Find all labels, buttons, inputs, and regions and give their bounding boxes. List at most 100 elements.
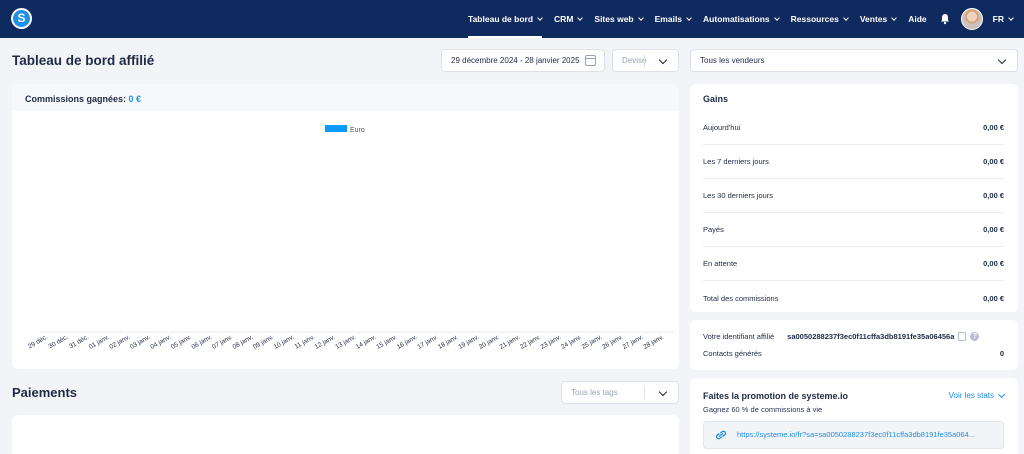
- gains-row-pending: En attente 0,00 €: [703, 247, 1004, 281]
- date-range-text: 29 décembre 2024 - 28 janvier 2025: [451, 56, 580, 65]
- contacts-label: Contacts générés: [703, 349, 762, 358]
- x-tick-label: 29 déc.: [27, 334, 49, 351]
- nav-item-dashboard[interactable]: Tableau de bord: [468, 0, 543, 38]
- payments-card: [12, 415, 679, 454]
- chevron-down-icon: [658, 55, 668, 65]
- nav-item-emails[interactable]: Emails: [655, 0, 692, 38]
- page-title: Tableau de bord affilié: [12, 53, 155, 68]
- x-tick-label: 20 janv.: [478, 334, 501, 351]
- vendors-select[interactable]: Tous les vendeurs: [690, 49, 1018, 72]
- currency-select[interactable]: Devise: [612, 49, 679, 72]
- main-nav: Tableau de bord CRM Sites web Emails Aut…: [456, 0, 1014, 38]
- gains-card: Gains Aujourd'hui 0,00 € Les 7 derniers j…: [690, 84, 1018, 312]
- x-tick-label: 07 janv.: [211, 334, 234, 351]
- affiliate-link-field[interactable]: https://systeme.io/fr?sa=sa0050288237f3e…: [703, 421, 1004, 449]
- chevron-down-icon: [686, 14, 692, 21]
- x-tick-label: 03 janv.: [129, 334, 152, 351]
- select-divider: [644, 54, 645, 67]
- legend-swatch: [325, 125, 347, 132]
- x-tick-label: 10 janv.: [273, 334, 296, 351]
- x-tick-label: 24 janv.: [560, 334, 583, 351]
- promo-title: Faites la promotion de systeme.io: [703, 391, 849, 401]
- bell-icon[interactable]: [939, 13, 951, 25]
- x-tick-label: 26 janv.: [601, 334, 624, 351]
- x-tick-label: 25 janv.: [581, 334, 604, 351]
- contacts-value: 0: [999, 349, 1004, 358]
- x-tick-label: 11 janv.: [294, 334, 317, 351]
- vendors-select-value: Tous les vendeurs: [700, 56, 765, 65]
- commissions-header: Commissions gagnées: 0 €: [12, 84, 679, 111]
- gains-row-paid: Payés 0,00 €: [703, 213, 1004, 247]
- chevron-down-icon: [773, 14, 780, 21]
- nav-item-help[interactable]: Aide: [908, 0, 926, 38]
- affiliate-link-text: https://systeme.io/fr?sa=sa0050288237f3e…: [737, 430, 976, 439]
- gains-row-total: Total des commissions 0,00 €: [703, 293, 1004, 303]
- view-stats-link[interactable]: Voir les stats: [949, 390, 1006, 400]
- chevron-down-icon: [842, 14, 849, 21]
- link-icon: [715, 430, 727, 440]
- x-tick-label: 22 janv.: [519, 334, 542, 351]
- chevron-down-icon: [891, 14, 898, 21]
- contacts-row: Contacts générés 0: [703, 349, 1004, 358]
- x-tick-label: 27 janv.: [622, 334, 645, 351]
- date-range-picker[interactable]: 29 décembre 2024 - 28 janvier 2025: [441, 49, 605, 72]
- top-navbar: S Tableau de bord CRM Sites web Emails A…: [0, 0, 1024, 38]
- nav-item-crm[interactable]: CRM: [554, 0, 584, 38]
- legend-label: Euro: [350, 127, 365, 134]
- nav-item-sales[interactable]: Ventes: [860, 0, 898, 38]
- tags-select[interactable]: Tous les tags: [561, 381, 679, 404]
- x-tick-label: 16 janv.: [396, 334, 419, 351]
- gains-row-7-days: Les 7 derniers jours 0,00 €: [703, 145, 1004, 179]
- affiliate-id-label: Votre identifiant affilié: [703, 332, 775, 341]
- gains-row-30-days: Les 30 derniers jours 0,00 €: [703, 179, 1004, 213]
- commissions-chart: Euro 29 déc.30 déc.31 déc.01 janv.02 janv…: [27, 125, 674, 351]
- chevron-down-icon: [577, 14, 584, 21]
- x-tick-label: 12 janv.: [314, 334, 337, 351]
- gains-row-today: Aujourd'hui 0,00 €: [703, 111, 1004, 145]
- calendar-icon: [585, 55, 596, 66]
- x-tick-label: 01 janv.: [88, 334, 111, 351]
- chevron-down-icon: [997, 390, 1006, 398]
- x-tick-label: 30 déc.: [48, 334, 70, 351]
- nav-item-websites[interactable]: Sites web: [594, 0, 644, 38]
- nav-item-automations[interactable]: Automatisations: [703, 0, 780, 38]
- x-tick-label: 19 janv.: [457, 334, 480, 351]
- chevron-down-icon: [658, 387, 668, 397]
- select-divider: [644, 386, 645, 399]
- copy-icon[interactable]: [958, 332, 967, 341]
- x-tick-label: 21 janv.: [498, 334, 521, 351]
- systeme-logo[interactable]: S: [11, 8, 32, 29]
- chevron-down-icon: [997, 55, 1007, 65]
- commissions-value: 0 €: [128, 94, 142, 104]
- x-tick-label: 17 janv.: [416, 334, 439, 351]
- chevron-down-icon: [637, 14, 644, 21]
- x-tick-label: 05 janv.: [170, 334, 193, 351]
- x-tick-label: 09 janv.: [252, 334, 275, 351]
- commissions-chart-card: Commissions gagnées: 0 € Euro 29 déc. 30 d…: [12, 84, 679, 369]
- help-icon[interactable]: ?: [970, 332, 980, 341]
- avatar[interactable]: [960, 8, 983, 30]
- affiliate-id-row: Votre identifiant affilié sa0050288237f3…: [703, 332, 1004, 341]
- language-selector[interactable]: FR: [993, 14, 1014, 24]
- payments-title: Paiements: [12, 385, 78, 400]
- chevron-down-icon: [1008, 14, 1014, 21]
- affiliate-id-value: sa0050288237f3ec0f11cffa3db8191fe35a0645…: [787, 332, 955, 341]
- x-tick-label: 15 janv.: [375, 334, 398, 351]
- x-tick-label: 02 janv.: [108, 334, 131, 351]
- x-tick-label: 31 déc.: [68, 334, 90, 351]
- x-tick-label: 06 janv.: [190, 334, 213, 351]
- currency-select-placeholder: Devise: [622, 56, 647, 65]
- x-tick-label: 18 janv.: [437, 334, 460, 351]
- chevron-down-icon: [537, 14, 543, 21]
- x-tick-label: 28 janv.: [642, 334, 665, 351]
- x-tick-label: 23 janv.: [540, 334, 563, 351]
- x-tick-label: 13 janv.: [334, 334, 357, 351]
- affiliate-id-card: Votre identifiant affilié sa0050288237f3…: [690, 320, 1018, 370]
- x-tick-label: 14 janv.: [355, 334, 378, 351]
- x-tick-label: 04 janv.: [149, 334, 172, 351]
- commissions-label: Commissions gagnées:: [25, 94, 127, 104]
- nav-item-resources[interactable]: Ressources: [791, 0, 849, 38]
- promo-subtitle: Gagnez 60 % de commissions à vie: [703, 405, 823, 414]
- tags-select-placeholder: Tous les tags: [571, 388, 618, 397]
- promo-card: Faites la promotion de systeme.io Voir l…: [690, 378, 1018, 454]
